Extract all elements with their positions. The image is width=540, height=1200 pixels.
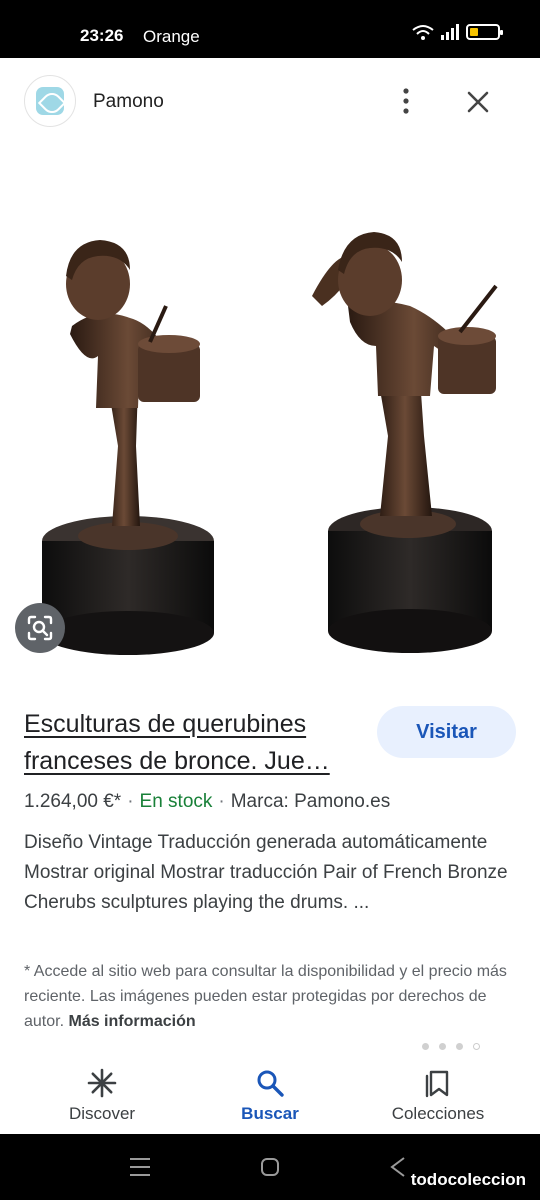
watermark: todocoleccion [410,1170,526,1189]
stock-status: En stock [139,791,213,812]
battery-icon [466,24,503,40]
status-bar: 23:26 Orange [0,0,540,58]
more-info-link[interactable]: Más información [68,1013,195,1030]
product-title-link[interactable]: Esculturas de querubines franceses de br… [24,706,364,780]
recents-icon[interactable] [128,1156,152,1178]
more-vert-icon[interactable] [396,86,416,116]
brand: Marca: Pamono.es [230,791,391,812]
bottom-nav: Discover Buscar Colecciones [0,1050,540,1134]
separator: · [218,791,225,812]
pamono-logo-icon[interactable] [24,75,76,127]
price: 1.264,00 €* [24,791,122,812]
wifi-icon [412,25,434,40]
product-description: Diseño Vintage Traducción generada autom… [24,832,508,913]
nav-discover-label: Discover [68,1104,136,1123]
sheet-header: Pamono [0,58,540,146]
product-title-line2: franceses de bronce. Jue… [24,747,330,775]
nav-search-label: Buscar [241,1104,299,1123]
visit-button[interactable]: Visitar [377,706,516,758]
site-name[interactable]: Pamono [93,91,164,113]
nav-discover[interactable]: Discover [22,1050,182,1134]
nav-collections-label: Colecciones [391,1104,485,1123]
right-cherub-statue [312,232,498,653]
bronze-cherubs-image [42,232,498,655]
lens-search-button[interactable] [15,603,65,653]
product-meta: 1.264,00 €* · En stock · Marca: Pamono.es [24,791,390,813]
bookmark-icon [425,1070,449,1098]
nav-search[interactable]: Buscar [190,1050,350,1134]
lens-icon [27,615,53,641]
disclaimer: * Accede al sitio web para consultar la … [24,959,514,1034]
asterisk-icon [87,1068,117,1098]
status-icons [412,24,503,40]
back-icon[interactable] [388,1156,408,1178]
page-indicator-dots [422,1043,480,1050]
status-carrier: Orange [143,27,200,46]
nav-collections[interactable]: Colecciones [358,1050,518,1134]
signal-icon [441,24,459,40]
search-icon [257,1070,284,1097]
result-sheet: Pamono Esculturas de querubines francese… [0,58,540,1134]
product-title-line1: Esculturas de querubines [24,710,307,738]
home-icon[interactable] [259,1156,281,1178]
separator: · [127,791,134,812]
system-nav-bar [0,1134,540,1200]
close-icon[interactable] [462,86,494,118]
status-time: 23:26 [80,26,124,45]
product-image[interactable] [0,146,540,716]
left-cherub-statue [42,240,214,655]
